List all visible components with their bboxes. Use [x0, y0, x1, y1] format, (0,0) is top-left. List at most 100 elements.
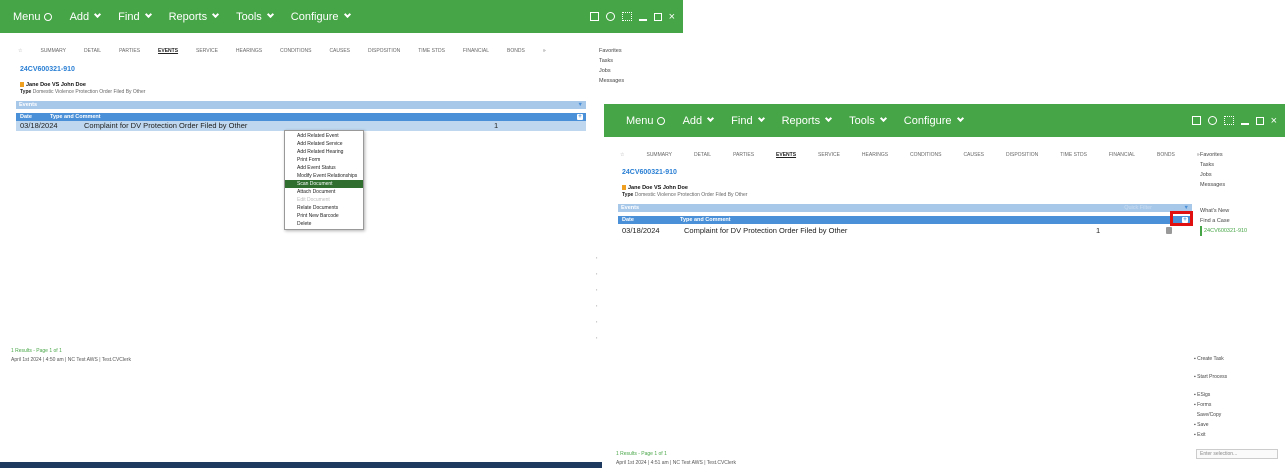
tab-financial[interactable]: FINANCIAL	[1109, 152, 1135, 158]
fullscreen-icon[interactable]	[1223, 116, 1234, 125]
top-menubar: Menu Add Find Reports Tools Configure ×	[604, 104, 1285, 137]
col-date[interactable]: Date	[622, 216, 634, 224]
sidebar-item-favorites[interactable]: Favorites	[1200, 150, 1225, 160]
tab-parties[interactable]: PARTIES	[119, 48, 140, 54]
exit-button[interactable]: ▪ Exit	[1194, 430, 1227, 440]
minimize-icon[interactable]	[1240, 122, 1249, 125]
menu-configure[interactable]: Configure	[291, 11, 351, 23]
favorite-star-icon[interactable]: ☆	[620, 152, 624, 158]
ctx-attach-document[interactable]: Attach Document	[285, 188, 363, 196]
menu-find[interactable]: Find	[731, 115, 765, 127]
tab-service[interactable]: SERVICE	[818, 152, 840, 158]
new-window-icon[interactable]	[1191, 116, 1201, 125]
table-row[interactable]: 03/18/2024 Complaint for DV Protection O…	[618, 225, 1192, 236]
forms-button[interactable]: ▪ Forms	[1194, 400, 1227, 410]
sidebar-link-whats-new[interactable]: What's New	[1200, 206, 1247, 216]
menu-tools[interactable]: Tools	[849, 115, 887, 127]
forms-icon[interactable]: ▪	[596, 298, 597, 314]
results-count: 1 Results - Page 1 of 1	[616, 451, 667, 457]
minimize-icon[interactable]	[638, 18, 647, 21]
save-copy-button[interactable]: Save/Copy	[1194, 410, 1227, 420]
case-parties: Jane Doe VS John Doe	[20, 82, 86, 88]
add-event-button[interactable]: +	[577, 114, 583, 120]
sidebar-item-tasks[interactable]: Tasks	[599, 56, 624, 66]
ctx-add-related-event[interactable]: Add Related Event	[285, 132, 363, 140]
menu-add[interactable]: Add	[70, 11, 102, 23]
tab-parties[interactable]: PARTIES	[733, 152, 754, 158]
tab-financial[interactable]: FINANCIAL	[463, 48, 489, 54]
globe-icon[interactable]	[1207, 116, 1217, 125]
col-type[interactable]: Type and Comment	[680, 216, 731, 224]
tab-bonds[interactable]: BONDS	[507, 48, 525, 54]
right-sidebar: Favorites Tasks Jobs Messages	[599, 46, 624, 86]
tab-causes[interactable]: CAUSES	[963, 152, 984, 158]
restore-icon[interactable]	[653, 12, 662, 21]
ctx-modify-event-relationships[interactable]: Modify Event Relationships	[285, 172, 363, 180]
start-process-button[interactable]: ▪ Start Process	[1194, 372, 1227, 382]
ctx-relate-documents[interactable]: Relate Documents	[285, 204, 363, 212]
tab-detail[interactable]: DETAIL	[84, 48, 101, 54]
menu-reports[interactable]: Reports	[782, 115, 833, 127]
col-date[interactable]: Date	[20, 113, 32, 121]
tab-bonds[interactable]: BONDS	[1157, 152, 1175, 158]
task-icon[interactable]: ▪	[596, 250, 597, 266]
close-icon[interactable]: ×	[1271, 115, 1277, 127]
sidebar-item-jobs[interactable]: Jobs	[599, 66, 624, 76]
tab-time-stds[interactable]: TIME STDS	[418, 48, 445, 54]
esigs-button[interactable]: ▪ ESigs	[1194, 390, 1227, 400]
sidebar-link-find-case[interactable]: Find a Case	[1200, 216, 1247, 226]
favorite-star-icon[interactable]: ☆	[18, 48, 22, 54]
ctx-add-event-status[interactable]: Add Event Status	[285, 164, 363, 172]
sidebar-item-tasks[interactable]: Tasks	[1200, 160, 1225, 170]
enter-selection-input[interactable]: Enter selection...	[1196, 449, 1278, 459]
save-button[interactable]: ▪ Save	[1194, 420, 1227, 430]
menu-reports[interactable]: Reports	[169, 11, 220, 23]
sidebar-link-case[interactable]: 24CV600321-910	[1200, 226, 1247, 236]
tab-hearings[interactable]: HEARINGS	[236, 48, 262, 54]
ctx-add-related-hearing[interactable]: Add Related Hearing	[285, 148, 363, 156]
trash-icon[interactable]	[1166, 227, 1172, 234]
menu-tools[interactable]: Tools	[236, 11, 274, 23]
create-task-button[interactable]: ▪ Create Task	[1194, 354, 1227, 364]
sidebar-item-favorites[interactable]: Favorites	[599, 46, 624, 56]
tab-time-stds[interactable]: TIME STDS	[1060, 152, 1087, 158]
tab-service[interactable]: SERVICE	[196, 48, 218, 54]
process-icon[interactable]: ▪	[596, 266, 597, 282]
tab-events[interactable]: EVENTS	[776, 152, 796, 158]
menu-find[interactable]: Find	[118, 11, 152, 23]
new-window-icon[interactable]	[589, 12, 599, 21]
tab-disposition[interactable]: DISPOSITION	[1006, 152, 1038, 158]
menu-button[interactable]: Menu	[626, 115, 665, 127]
menu-button[interactable]: Menu	[13, 11, 52, 23]
filter-icon[interactable]: ▼	[578, 101, 583, 109]
globe-icon[interactable]	[605, 12, 615, 21]
ctx-add-related-service[interactable]: Add Related Service	[285, 140, 363, 148]
col-type[interactable]: Type and Comment	[50, 113, 101, 121]
tab-conditions[interactable]: CONDITIONS	[280, 48, 311, 54]
ctx-print-new-barcode[interactable]: Print New Barcode	[285, 212, 363, 220]
menu-add[interactable]: Add	[683, 115, 715, 127]
tab-disposition[interactable]: DISPOSITION	[368, 48, 400, 54]
events-header: Events Quick Filter ▼	[618, 204, 1192, 212]
tab-summary[interactable]: SUMMARY	[646, 152, 671, 158]
menu-configure[interactable]: Configure	[904, 115, 964, 127]
sidebar-item-jobs[interactable]: Jobs	[1200, 170, 1225, 180]
tab-detail[interactable]: DETAIL	[694, 152, 711, 158]
exit-icon[interactable]: ▪	[596, 330, 597, 346]
ctx-print-form[interactable]: Print Form	[285, 156, 363, 164]
tab-events[interactable]: EVENTS	[158, 48, 178, 54]
tab-more[interactable]: »	[543, 48, 546, 54]
close-icon[interactable]: ×	[669, 11, 675, 23]
fullscreen-icon[interactable]	[621, 12, 632, 21]
ctx-scan-document[interactable]: Scan Document	[285, 180, 363, 188]
sidebar-item-messages[interactable]: Messages	[1200, 180, 1225, 190]
tab-summary[interactable]: SUMMARY	[40, 48, 65, 54]
tab-causes[interactable]: CAUSES	[329, 48, 350, 54]
tab-hearings[interactable]: HEARINGS	[862, 152, 888, 158]
sidebar-item-messages[interactable]: Messages	[599, 76, 624, 86]
save-icon[interactable]: ▪	[596, 314, 597, 330]
ctx-delete[interactable]: Delete	[285, 220, 363, 228]
esig-icon[interactable]: ▪	[596, 282, 597, 298]
restore-icon[interactable]	[1255, 116, 1264, 125]
tab-conditions[interactable]: CONDITIONS	[910, 152, 941, 158]
